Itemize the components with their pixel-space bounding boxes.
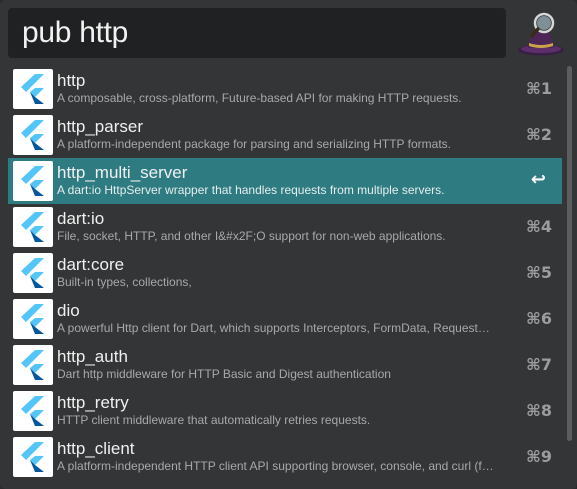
result-subtitle: Dart http middleware for HTTP Basic and …	[57, 367, 391, 381]
result-text: http_multi_server A dart:io HttpServer w…	[57, 162, 502, 198]
search-bar[interactable]	[8, 8, 506, 58]
result-row[interactable]: dart:core Built-in types, collections, ⌘…	[8, 250, 562, 296]
flutter-icon	[13, 345, 53, 385]
flutter-icon	[13, 115, 53, 155]
results-list: http A composable, cross-platform, Futur…	[8, 66, 562, 486]
search-input[interactable]	[20, 15, 506, 51]
result-title: http	[57, 71, 86, 90]
result-row[interactable]: dio A powerful Http client for Dart, whi…	[8, 296, 562, 342]
result-text: http A composable, cross-platform, Futur…	[57, 70, 502, 106]
flutter-icon	[13, 253, 53, 293]
result-shortcut: ⌘1	[526, 79, 552, 98]
flutter-icon	[13, 391, 53, 431]
result-shortcut: ⌘4	[526, 217, 552, 236]
result-title: http_parser	[57, 117, 143, 136]
result-shortcut: ⌘8	[526, 401, 552, 420]
result-subtitle: A powerful Http client for Dart, which s…	[57, 321, 490, 335]
result-subtitle: A composable, cross-platform, Future-bas…	[57, 91, 462, 105]
result-title: http_multi_server	[57, 163, 188, 182]
result-text: http_parser A platform-independent packa…	[57, 116, 502, 152]
result-shortcut: ⌘6	[526, 309, 552, 328]
flutter-icon	[13, 207, 53, 247]
result-subtitle: File, socket, HTTP, and other I&#x2F;O s…	[57, 229, 446, 243]
result-row[interactable]: http_parser A platform-independent packa…	[8, 112, 562, 158]
result-title: http_client	[57, 439, 135, 458]
result-subtitle: HTTP client middleware that automaticall…	[57, 413, 371, 427]
result-row[interactable]: http_auth Dart http middleware for HTTP …	[8, 342, 562, 388]
result-row[interactable]: http_retry HTTP client middleware that a…	[8, 388, 562, 434]
flutter-icon	[13, 437, 53, 477]
result-shortcut: ⌘7	[526, 355, 552, 374]
result-text: http_auth Dart http middleware for HTTP …	[57, 346, 502, 382]
scrollbar[interactable]	[567, 66, 572, 441]
flutter-icon	[13, 161, 53, 201]
result-title: dart:io	[57, 209, 105, 228]
result-text: http_retry HTTP client middleware that a…	[57, 392, 502, 428]
result-text: dart:core Built-in types, collections,	[57, 254, 502, 290]
launcher-window: http A composable, cross-platform, Futur…	[0, 0, 577, 489]
result-row[interactable]: http_client A platform-independent HTTP …	[8, 434, 562, 480]
flutter-icon	[13, 299, 53, 339]
result-row[interactable]: http A composable, cross-platform, Futur…	[8, 66, 562, 112]
result-title: dio	[57, 301, 80, 320]
result-title: http_retry	[57, 393, 129, 412]
result-title: http_auth	[57, 347, 128, 366]
result-subtitle: A platform-independent package for parsi…	[57, 137, 451, 151]
result-shortcut: ⌘2	[526, 125, 552, 144]
flutter-icon	[13, 69, 53, 109]
result-row[interactable]: http_multi_server A dart:io HttpServer w…	[8, 158, 562, 204]
result-subtitle: Built-in types, collections,	[57, 275, 192, 289]
result-text: dart:io File, socket, HTTP, and other I&…	[57, 208, 502, 244]
result-subtitle: A dart:io HttpServer wrapper that handle…	[57, 183, 445, 197]
result-text: dio A powerful Http client for Dart, whi…	[57, 300, 502, 336]
result-subtitle: A platform-independent HTTP client API s…	[57, 459, 494, 473]
alfred-hat-icon[interactable]	[514, 8, 566, 58]
result-title: dart:core	[57, 255, 125, 274]
result-shortcut: ⌘5	[526, 263, 552, 282]
result-shortcut: ↩	[530, 169, 546, 190]
result-shortcut: ⌘9	[526, 447, 552, 466]
result-row[interactable]: dart:io File, socket, HTTP, and other I&…	[8, 204, 562, 250]
result-text: http_client A platform-independent HTTP …	[57, 438, 502, 474]
